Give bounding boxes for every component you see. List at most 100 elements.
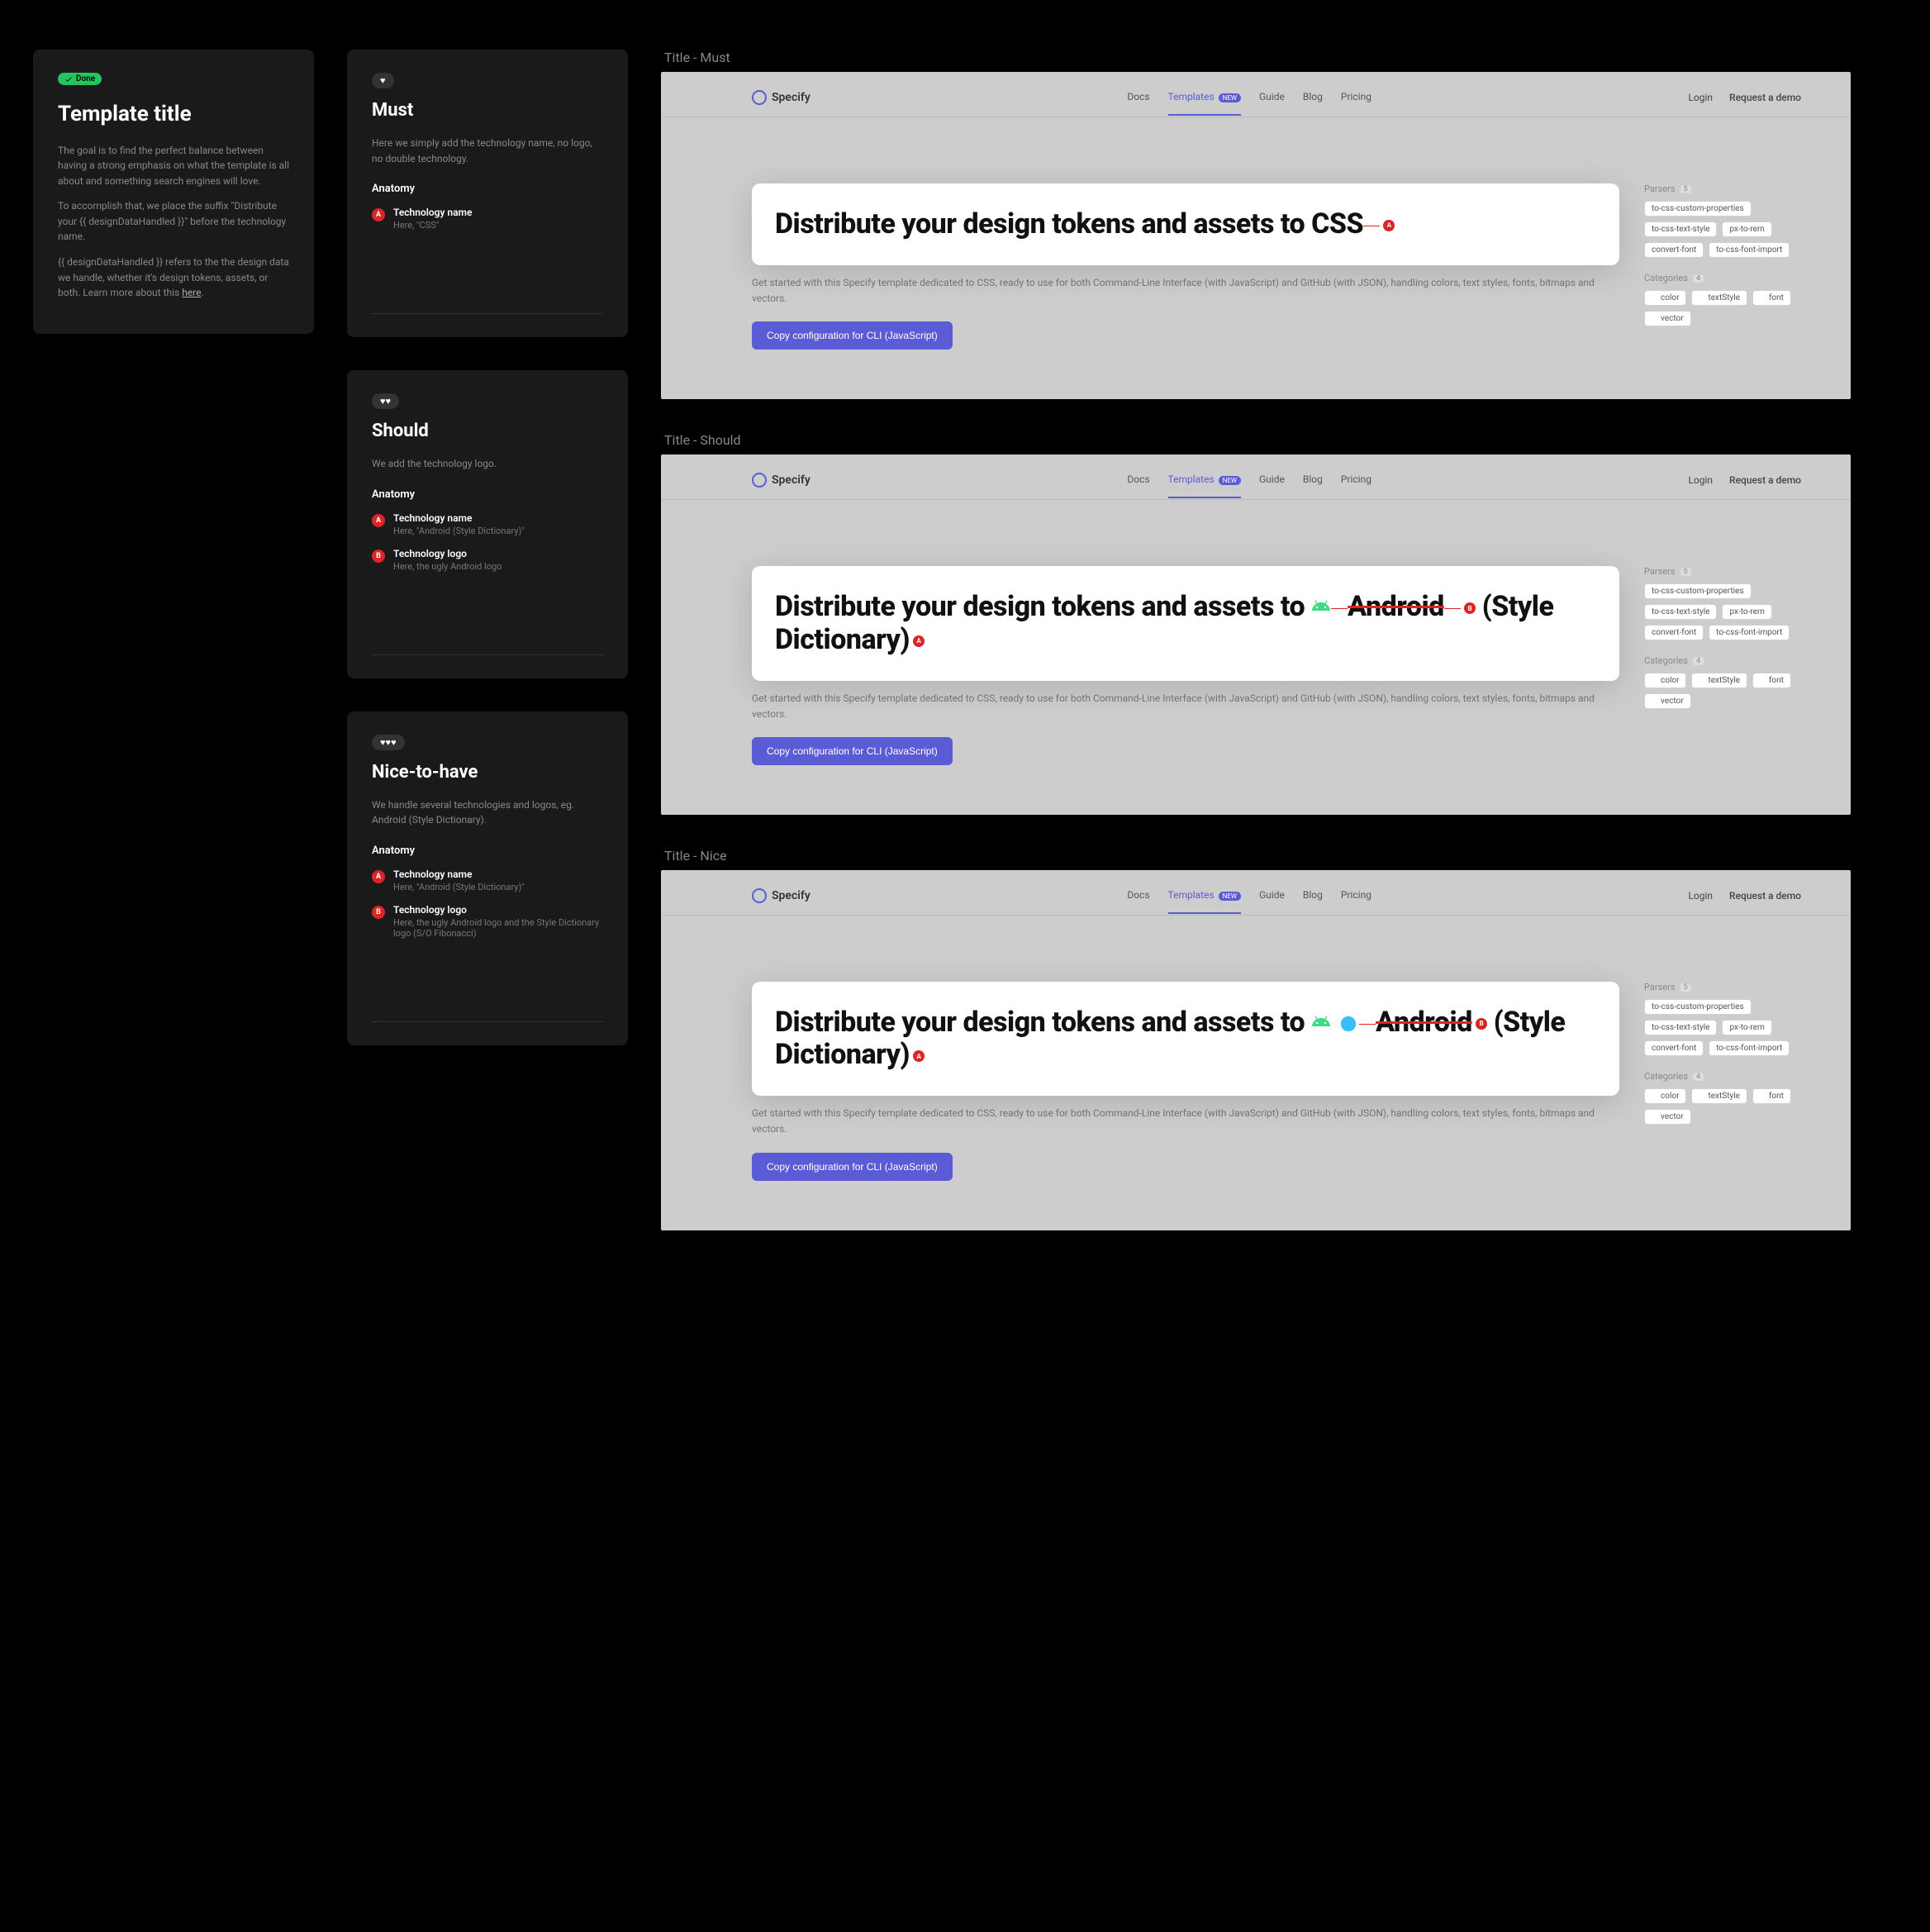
- category-chip[interactable]: vector: [1644, 693, 1691, 709]
- brand-name: Specify: [772, 889, 811, 902]
- login-link[interactable]: Login: [1688, 474, 1713, 486]
- parsers-heading: Parsers 5: [1644, 982, 1801, 992]
- copy-config-button[interactable]: Copy configuration for CLI (JavaScript): [752, 737, 953, 765]
- parser-chip[interactable]: convert-font: [1644, 242, 1704, 258]
- nav-guide[interactable]: Guide: [1259, 91, 1285, 104]
- anatomy-heading: Anatomy: [372, 488, 603, 501]
- font-icon: [1760, 1093, 1766, 1100]
- login-link[interactable]: Login: [1688, 890, 1713, 902]
- brand[interactable]: Specify: [752, 473, 811, 488]
- parser-chip[interactable]: to-css-custom-properties: [1644, 583, 1752, 599]
- copy-config-button[interactable]: Copy configuration for CLI (JavaScript): [752, 1153, 953, 1181]
- preview-description: Get started with this Specify template d…: [752, 691, 1619, 722]
- vector-icon: [1652, 1114, 1658, 1121]
- category-chip[interactable]: font: [1752, 1088, 1791, 1104]
- nav-links: Docs Templates NEW Guide Blog Pricing: [1127, 473, 1371, 487]
- categories-count: 4: [1693, 274, 1704, 283]
- copy-config-button[interactable]: Copy configuration for CLI (JavaScript): [752, 321, 953, 350]
- parsers-heading: Parsers 5: [1644, 566, 1801, 577]
- parser-chip[interactable]: to-css-text-style: [1644, 221, 1717, 237]
- category-chip[interactable]: color: [1644, 1088, 1686, 1104]
- parser-chip[interactable]: to-css-text-style: [1644, 1020, 1717, 1035]
- category-chip[interactable]: vector: [1644, 311, 1691, 326]
- brand-name: Specify: [772, 473, 811, 487]
- preview-sidebar: Parsers 5 to-css-custom-propertiesto-css…: [1644, 183, 1801, 350]
- section-label: Title - Must: [661, 50, 1851, 65]
- textStyle-icon: [1699, 1093, 1705, 1100]
- panel-divider: [372, 313, 603, 314]
- nav-blog[interactable]: Blog: [1303, 889, 1323, 902]
- category-chip[interactable]: textStyle: [1691, 290, 1747, 306]
- headline-text: Distribute your design tokens and assets…: [775, 591, 1596, 655]
- parser-chip[interactable]: to-css-text-style: [1644, 604, 1717, 620]
- nav-pricing[interactable]: Pricing: [1341, 473, 1371, 487]
- preview-0: Specify Docs Templates NEW Guide Blog Pr…: [661, 72, 1851, 399]
- nav-blog[interactable]: Blog: [1303, 91, 1323, 104]
- parser-chip[interactable]: px-to-rem: [1722, 221, 1771, 237]
- vector-icon: [1652, 698, 1658, 705]
- category-chip[interactable]: textStyle: [1691, 1088, 1747, 1104]
- nav-templates[interactable]: Templates NEW: [1168, 473, 1241, 498]
- request-demo-link[interactable]: Request a demo: [1729, 474, 1801, 486]
- parser-chip[interactable]: to-css-font-import: [1709, 1040, 1790, 1056]
- category-chip[interactable]: color: [1644, 673, 1686, 688]
- nav-guide[interactable]: Guide: [1259, 473, 1285, 487]
- nav-pricing[interactable]: Pricing: [1341, 91, 1371, 104]
- priority-hearts: ♥♥♥: [372, 735, 405, 750]
- category-chip[interactable]: color: [1644, 290, 1686, 306]
- parser-chip[interactable]: px-to-rem: [1722, 604, 1771, 620]
- new-badge: NEW: [1219, 892, 1241, 901]
- color-icon: [1652, 295, 1658, 302]
- parser-chip[interactable]: convert-font: [1644, 1040, 1704, 1056]
- nav-guide[interactable]: Guide: [1259, 889, 1285, 902]
- intro-para-1: The goal is to find the perfect balance …: [58, 143, 289, 189]
- categories-count: 4: [1693, 657, 1704, 665]
- brand[interactable]: Specify: [752, 90, 811, 105]
- nav-docs[interactable]: Docs: [1127, 473, 1149, 487]
- font-icon: [1760, 678, 1766, 684]
- should-panel: ♥♥ Should We add the technology logo. An…: [347, 370, 628, 678]
- parser-chip[interactable]: to-css-custom-properties: [1644, 999, 1752, 1015]
- login-link[interactable]: Login: [1688, 92, 1713, 103]
- nice-intro: We handle several technologies and logos…: [372, 797, 603, 828]
- category-chip[interactable]: font: [1752, 673, 1791, 688]
- nav-templates[interactable]: Templates NEW: [1168, 889, 1241, 914]
- nav-docs[interactable]: Docs: [1127, 91, 1149, 104]
- request-demo-link[interactable]: Request a demo: [1729, 92, 1801, 103]
- nav-pricing[interactable]: Pricing: [1341, 889, 1371, 902]
- textStyle-icon: [1699, 295, 1705, 302]
- category-chip[interactable]: font: [1752, 290, 1791, 306]
- new-badge: NEW: [1219, 93, 1241, 102]
- specify-logo-icon: [752, 473, 767, 488]
- parser-chip[interactable]: convert-font: [1644, 625, 1704, 640]
- panel-divider: [372, 1021, 603, 1022]
- specify-logo-icon: [752, 888, 767, 903]
- parser-chip[interactable]: to-css-font-import: [1709, 625, 1790, 640]
- preview-topbar: Specify Docs Templates NEW Guide Blog Pr…: [661, 473, 1851, 500]
- should-title: Should: [372, 421, 603, 441]
- anatomy-heading: Anatomy: [372, 845, 603, 857]
- parser-chip[interactable]: to-css-font-import: [1709, 242, 1790, 258]
- headline-card: Distribute your design tokens and assets…: [752, 183, 1619, 265]
- nav-blog[interactable]: Blog: [1303, 473, 1323, 487]
- anatomy-item-desc: Here, the ugly Android logo and the Styl…: [393, 917, 603, 939]
- anatomy-item-desc: Here, "Android (Style Dictionary)": [393, 882, 525, 892]
- intro-panel: Done Template title The goal is to find …: [33, 50, 314, 334]
- brand[interactable]: Specify: [752, 888, 811, 903]
- anatomy-badge-a: A: [372, 208, 385, 221]
- parser-chip[interactable]: px-to-rem: [1722, 1020, 1771, 1035]
- category-chip[interactable]: vector: [1644, 1109, 1691, 1125]
- panel-divider: [372, 654, 603, 655]
- specify-logo-icon: [752, 90, 767, 105]
- preview-description: Get started with this Specify template d…: [752, 275, 1619, 307]
- must-intro: Here we simply add the technology name, …: [372, 136, 603, 166]
- request-demo-link[interactable]: Request a demo: [1729, 890, 1801, 902]
- category-chip[interactable]: textStyle: [1691, 673, 1747, 688]
- anatomy-badge-b: B: [372, 906, 385, 919]
- nav-templates[interactable]: Templates NEW: [1168, 91, 1241, 116]
- section-label: Title - Nice: [661, 848, 1851, 864]
- color-icon: [1652, 1093, 1658, 1100]
- parser-chip[interactable]: to-css-custom-properties: [1644, 201, 1752, 217]
- nav-docs[interactable]: Docs: [1127, 889, 1149, 902]
- learn-more-link[interactable]: here: [182, 287, 201, 298]
